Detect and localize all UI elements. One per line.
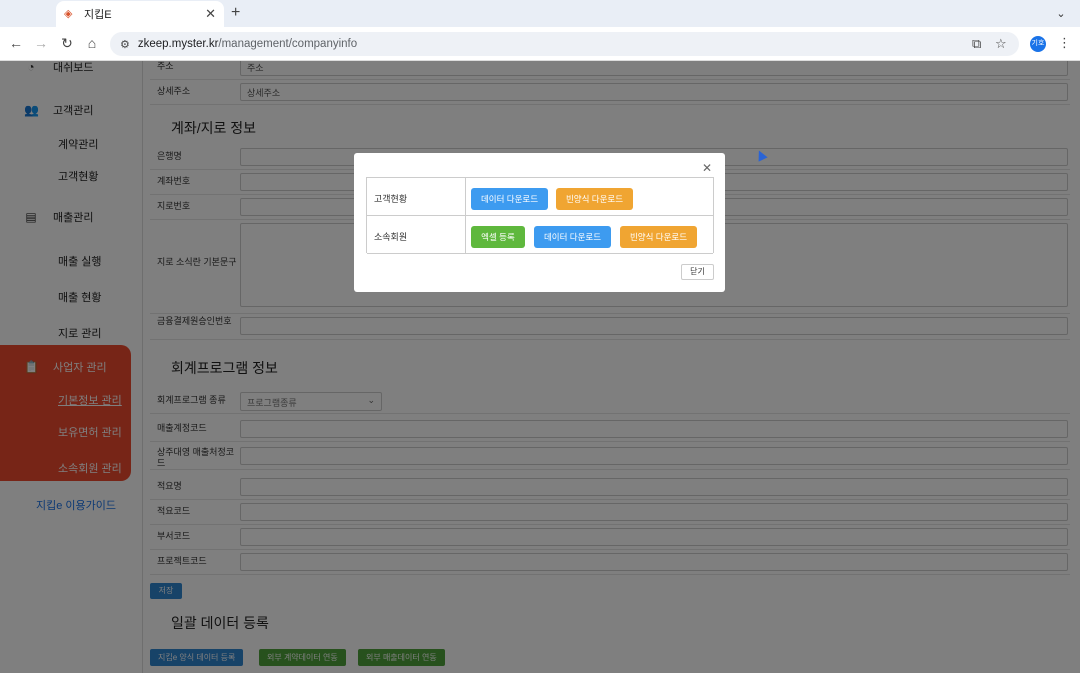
tab-title: 지킵E <box>84 9 112 21</box>
modal-row-customer: 고객현황 데이터 다운로드 빈양식 다운로드 <box>367 178 713 216</box>
customer-data-download-button[interactable]: 데이터 다운로드 <box>471 188 548 210</box>
site-favicon-icon: ◈ <box>64 8 73 20</box>
modal-row-label: 소속회원 <box>367 216 466 254</box>
home-icon[interactable]: ⌂ <box>83 35 101 51</box>
close-icon[interactable]: ✕ <box>702 161 712 175</box>
open-in-app-icon[interactable]: ⧉ <box>972 36 981 52</box>
address-bar[interactable]: ⚙ zkeep.myster.kr/management/companyinfo… <box>110 32 1019 56</box>
customer-blank-download-button[interactable]: 빈양식 다운로드 <box>556 188 633 210</box>
url-host: zkeep.myster.kr <box>137 38 219 50</box>
forward-icon[interactable]: → <box>32 35 50 51</box>
site-info-icon[interactable]: ⚙ <box>120 38 130 51</box>
reload-icon[interactable]: ↻ <box>58 35 76 52</box>
download-modal: ✕ 고객현황 데이터 다운로드 빈양식 다운로드 소속회원 엑셀 등록 데이터 … <box>354 153 725 292</box>
tab-search-chevron-icon[interactable]: ⌄ <box>1052 5 1070 23</box>
new-tab-icon[interactable]: + <box>231 4 240 22</box>
modal-table: 고객현황 데이터 다운로드 빈양식 다운로드 소속회원 엑셀 등록 데이터 다운… <box>366 177 714 254</box>
browser-toolbar: ← → ↻ ⌂ ⚙ zkeep.myster.kr/management/com… <box>0 27 1080 61</box>
tab-close-icon[interactable]: ✕ <box>205 6 216 22</box>
members-data-download-button[interactable]: 데이터 다운로드 <box>534 226 611 248</box>
browser-menu-icon[interactable]: ⋮ <box>1058 35 1071 51</box>
browser-tabbar: ◈ 지킵E ✕ + ⌄ <box>0 0 1080 27</box>
modal-close-button[interactable]: 닫기 <box>681 264 714 280</box>
bookmark-star-icon[interactable]: ☆ <box>995 36 1007 52</box>
modal-row-label: 고객현황 <box>367 178 466 216</box>
members-blank-download-button[interactable]: 빈양식 다운로드 <box>620 226 697 248</box>
profile-avatar[interactable]: 기호 <box>1030 36 1046 52</box>
url-path: /management/companyinfo <box>218 38 358 50</box>
browser-tab[interactable]: ◈ 지킵E ✕ <box>56 1 224 27</box>
back-icon[interactable]: ← <box>7 35 25 51</box>
modal-row-members: 소속회원 엑셀 등록 데이터 다운로드 빈양식 다운로드 <box>367 216 713 254</box>
members-excel-upload-button[interactable]: 엑셀 등록 <box>471 226 525 248</box>
